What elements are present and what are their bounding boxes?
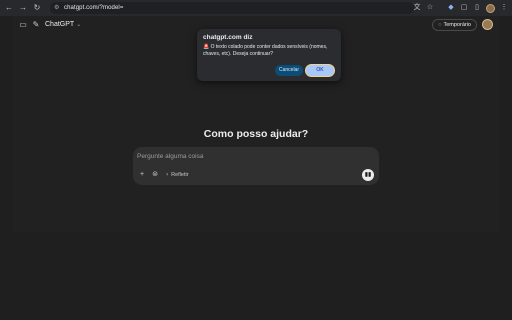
back-arrow-icon[interactable]: ← <box>4 3 14 13</box>
chevron-down-icon: ⌄ <box>76 22 82 28</box>
puzzle-icon[interactable]: ▢ <box>460 4 468 12</box>
star-icon[interactable]: ☆ <box>426 4 434 12</box>
temporary-label: Temporário <box>443 22 471 28</box>
voice-mode-icon[interactable]: ▮▮ <box>362 169 374 181</box>
page-title: Como posso ajudar? <box>203 128 309 140</box>
dialog-title: chatgpt.com diz <box>203 34 253 41</box>
extension-icon[interactable]: ◆ <box>447 4 455 12</box>
sidebar-toggle-icon[interactable]: ▭ <box>18 20 28 30</box>
kebab-side-icon[interactable]: ▯ <box>473 4 481 12</box>
site-info-icon[interactable]: ⚙ <box>54 5 61 12</box>
confirm-dialog: chatgpt.com diz 🚨 O texto colado pode co… <box>197 29 341 81</box>
model-picker[interactable]: ChatGPT ⌄ <box>45 19 81 31</box>
url-text[interactable]: chatgpt.com/?model= <box>64 5 123 11</box>
lightbulb-icon: ♀ <box>165 171 170 178</box>
dashed-circle-icon: ◌ <box>438 22 442 28</box>
translate-icon[interactable]: 文 <box>413 4 421 12</box>
temporary-chat-button[interactable]: ◌ Temporário <box>432 19 477 31</box>
kebab-menu-icon[interactable]: ⋮ <box>500 4 508 12</box>
chat-page: ▭ ✎ ChatGPT ⌄ ◌ Temporário Como posso aju… <box>13 16 499 232</box>
address-bar[interactable]: ⚙ chatgpt.com/?model= <box>50 2 414 14</box>
model-name: ChatGPT <box>45 21 75 28</box>
ok-button[interactable]: OK <box>305 64 335 77</box>
prompt-input[interactable] <box>137 150 367 162</box>
split-view-icon[interactable] <box>439 4 442 12</box>
dialog-message: 🚨 O texto colado pode conter dados sensí… <box>203 44 328 57</box>
profile-avatar[interactable] <box>486 3 495 13</box>
tools-icon[interactable]: ⊜ <box>150 169 160 180</box>
reason-button[interactable]: ♀ Refletir <box>165 169 189 180</box>
forward-arrow-icon[interactable]: → <box>18 3 28 13</box>
plus-icon[interactable]: + <box>137 169 147 180</box>
browser-toolbar: ← → ↻ ⚙ chatgpt.com/?model= 文 ☆ ◆ ▢ ▯ ⋮ <box>0 0 512 16</box>
prompt-composer: + ⊜ ♀ Refletir ▮▮ <box>133 147 379 185</box>
empty-area <box>0 232 512 320</box>
reason-label: Refletir <box>171 171 189 178</box>
browser-actions: 文 ☆ ◆ ▢ ▯ ⋮ <box>413 2 508 14</box>
reload-icon[interactable]: ↻ <box>32 3 42 13</box>
cancel-button[interactable]: Cancelar <box>275 65 303 76</box>
user-avatar[interactable] <box>482 19 493 30</box>
new-chat-icon[interactable]: ✎ <box>31 20 41 30</box>
